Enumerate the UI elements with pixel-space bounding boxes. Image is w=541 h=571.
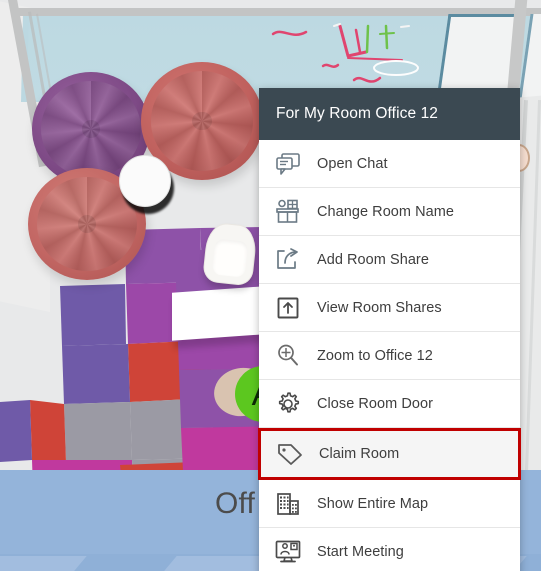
menu-item-zoom-to-office[interactable]: Zoom to Office 12: [259, 332, 520, 380]
menu-item-close-room-door[interactable]: Close Room Door: [259, 380, 520, 428]
context-menu-title: For My Room Office 12: [259, 88, 520, 140]
menu-item-label: Change Room Name: [317, 203, 455, 220]
video-meeting-icon: [259, 539, 317, 565]
menu-item-claim-room[interactable]: Claim Room: [258, 428, 521, 480]
chat-bubble-icon: [259, 152, 317, 176]
menu-item-label: Open Chat: [317, 155, 388, 172]
menu-item-label: Add Room Share: [317, 251, 429, 268]
round-table[interactable]: [119, 155, 171, 207]
menu-item-label: Zoom to Office 12: [317, 347, 433, 364]
menu-item-label: Start Meeting: [317, 544, 404, 560]
room-context-menu[interactable]: For My Room Office 12 Open Chat Change R…: [258, 88, 521, 571]
menu-item-show-entire-map[interactable]: Show Entire Map: [259, 480, 520, 528]
chair[interactable]: [202, 221, 258, 287]
menu-item-label: Claim Room: [319, 446, 400, 462]
whiteboard-scribbles: [271, 23, 419, 83]
menu-item-label: Close Room Door: [317, 395, 433, 412]
chair-seat: [211, 238, 249, 278]
desk-rename-icon: [259, 199, 317, 224]
upload-box-icon: [259, 296, 317, 320]
menu-item-start-meeting[interactable]: Start Meeting: [259, 528, 520, 571]
menu-item-change-room-name[interactable]: Change Room Name: [259, 188, 520, 236]
building-icon: [259, 492, 317, 516]
menu-item-add-room-share[interactable]: Add Room Share: [259, 236, 520, 284]
banner-diag-a: [0, 556, 87, 571]
magnifier-plus-icon: [259, 343, 317, 368]
menu-item-label: Show Entire Map: [317, 495, 429, 512]
gear-icon: [259, 391, 317, 417]
share-out-icon: [259, 247, 317, 272]
menu-item-view-room-shares[interactable]: View Room Shares: [259, 284, 520, 332]
menu-item-open-chat[interactable]: Open Chat: [259, 140, 520, 188]
menu-item-label: View Room Shares: [317, 299, 442, 316]
room-banner-label: Off: [215, 487, 256, 520]
app-root: A Off For My Room Office 12: [0, 0, 541, 571]
tag-icon: [261, 442, 319, 466]
